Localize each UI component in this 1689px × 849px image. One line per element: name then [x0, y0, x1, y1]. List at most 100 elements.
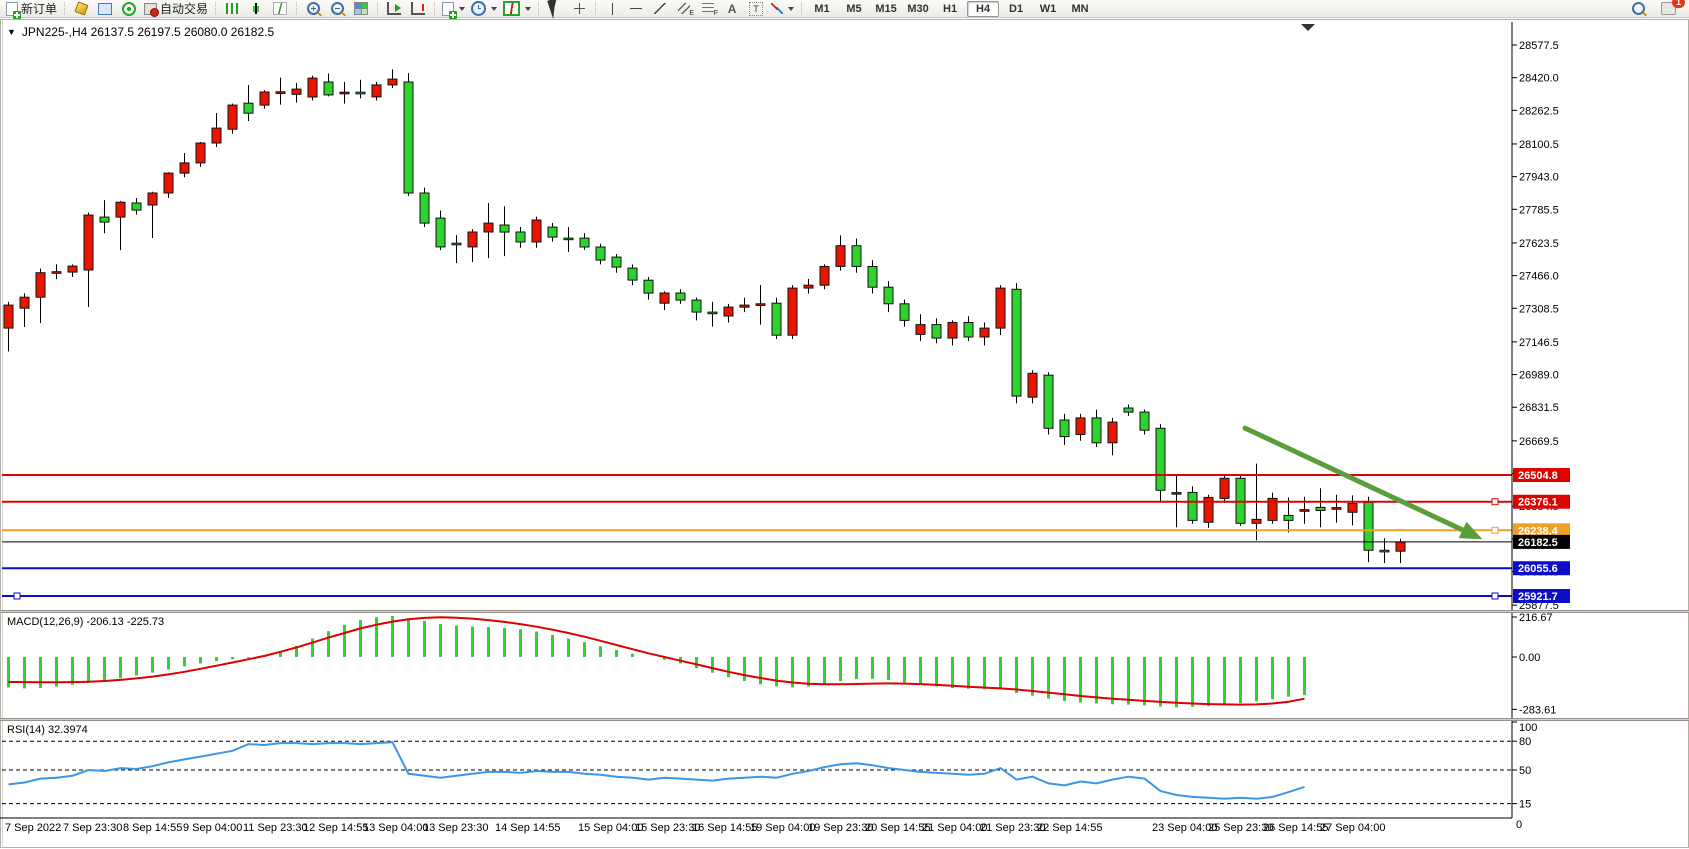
candle-bullish	[948, 323, 957, 339]
price-line-label: 26376.1	[1518, 497, 1558, 509]
notifications-button[interactable]: 1	[1657, 1, 1679, 17]
new-order-button[interactable]: 新订单	[4, 1, 59, 17]
line-handle[interactable]	[1492, 527, 1498, 533]
timeframe-m1-button[interactable]: M1	[807, 1, 837, 17]
timeframe-h1-button[interactable]: H1	[935, 1, 965, 17]
symbol-dropdown-icon[interactable]: ▼	[7, 27, 16, 37]
axis-corner-label: 0	[1516, 819, 1522, 831]
timeframe-h4-button[interactable]: H4	[967, 1, 999, 17]
text-label-button[interactable]: T	[745, 1, 767, 17]
search-button[interactable]	[1627, 1, 1649, 17]
channel-letter: E	[689, 10, 694, 17]
price-line-label: 26504.8	[1518, 470, 1558, 482]
candle-bearish	[436, 218, 445, 247]
line-chart-button[interactable]	[269, 1, 291, 17]
candle-bearish	[564, 238, 573, 240]
bid-price-label: 26182.5	[1518, 537, 1558, 549]
timeframe-w1-button[interactable]: W1	[1033, 1, 1063, 17]
fibonacci-button[interactable]: F	[697, 1, 719, 17]
time-axis-label: 22 Sep 14:55	[1037, 822, 1102, 834]
horizontal-line-button[interactable]	[625, 1, 647, 17]
price-axis-label: 27623.5	[1519, 238, 1559, 250]
trendline-button[interactable]	[649, 1, 671, 17]
cursor-button[interactable]	[544, 1, 566, 17]
price-axis-label: 26831.5	[1519, 402, 1559, 414]
candle-bullish	[1348, 503, 1357, 512]
candle-bullish	[4, 305, 13, 328]
candle-bullish	[52, 272, 61, 274]
arrows-dropdown[interactable]	[769, 1, 796, 17]
line-handle[interactable]	[1492, 499, 1498, 505]
timeframe-mn-button[interactable]: MN	[1065, 1, 1095, 17]
rsi-axis-label: 100	[1519, 722, 1537, 734]
candle-bullish	[916, 325, 925, 335]
candlestick-chart-button[interactable]	[245, 1, 267, 17]
chart-canvas[interactable]: 28577.528420.028262.528100.527943.027785…	[0, 0, 1689, 849]
navigator-button[interactable]	[94, 1, 116, 17]
bar-chart-button[interactable]	[221, 1, 243, 17]
time-axis-label: 16 Sep 14:55	[692, 822, 757, 834]
candle-bullish	[260, 92, 269, 105]
candle-bullish	[1300, 510, 1309, 512]
line-chart-icon	[273, 2, 287, 15]
auto-scroll-icon	[387, 2, 401, 15]
algo-trading-button[interactable]: 自动交易	[142, 1, 210, 17]
candle-bearish	[1316, 507, 1325, 510]
candlestick-icon	[250, 3, 262, 14]
candle-bullish	[1332, 508, 1341, 510]
candle-bullish	[1396, 542, 1405, 551]
timeframe-d1-button[interactable]: D1	[1001, 1, 1031, 17]
candle-bearish	[644, 280, 653, 293]
plus-icon	[13, 11, 21, 19]
macd-indicator-label: MACD(12,26,9) -206.13 -225.73	[7, 616, 164, 628]
candle-bullish	[996, 288, 1005, 328]
text-icon: A	[728, 2, 737, 16]
channel-button[interactable]: E	[673, 1, 695, 17]
time-axis-label: 15 Sep 23:30	[635, 822, 700, 834]
candle-bullish	[372, 85, 381, 97]
zoom-in-button[interactable]	[302, 1, 324, 17]
candle-bearish	[1380, 550, 1389, 552]
line-handle[interactable]	[1492, 593, 1498, 599]
profiles-dropdown[interactable]	[469, 1, 499, 17]
timeframe-m5-button[interactable]: M5	[839, 1, 869, 17]
algo-trading-icon	[144, 3, 157, 15]
price-axis-label: 26989.0	[1519, 370, 1559, 382]
candle-bearish	[404, 82, 413, 193]
candle-bearish	[612, 257, 621, 267]
vertical-line-button[interactable]	[601, 1, 623, 17]
dropdown-arrow-icon	[459, 7, 465, 11]
time-axis-label: 11 Sep 23:30	[243, 822, 308, 834]
search-icon	[1632, 2, 1645, 15]
candle-bearish	[1156, 428, 1165, 490]
chart-shift-button[interactable]	[407, 1, 429, 17]
tile-windows-button[interactable]	[350, 1, 372, 17]
candle-bearish	[1092, 418, 1101, 443]
tile-windows-icon	[354, 2, 368, 15]
candle-bullish	[292, 89, 301, 94]
candle-bearish	[1060, 420, 1069, 437]
timeframe-m30-button[interactable]: M30	[903, 1, 933, 17]
timeframe-m15-button[interactable]: M15	[871, 1, 901, 17]
market-watch-button[interactable]	[70, 1, 92, 17]
time-axis-label: 27 Sep 04:00	[1320, 822, 1385, 834]
candle-bearish	[1140, 412, 1149, 430]
candle-bearish	[1044, 375, 1053, 428]
toolbar-separator	[296, 2, 297, 15]
crosshair-icon	[574, 3, 585, 14]
candle-bearish	[516, 232, 525, 242]
signals-button[interactable]	[118, 1, 140, 17]
chart-background	[0, 19, 1689, 849]
indicators-dropdown[interactable]	[501, 1, 533, 17]
candle-bullish	[724, 307, 733, 316]
text-button[interactable]: A	[721, 1, 743, 17]
line-handle[interactable]	[14, 593, 20, 599]
candle-bearish	[580, 238, 589, 247]
navigator-icon	[98, 3, 112, 15]
crosshair-button[interactable]	[568, 1, 590, 17]
candle-bearish	[932, 325, 941, 339]
new-chart-dropdown[interactable]	[440, 1, 467, 17]
auto-scroll-button[interactable]	[383, 1, 405, 17]
zoom-out-button[interactable]	[326, 1, 348, 17]
candle-bearish	[708, 312, 717, 314]
